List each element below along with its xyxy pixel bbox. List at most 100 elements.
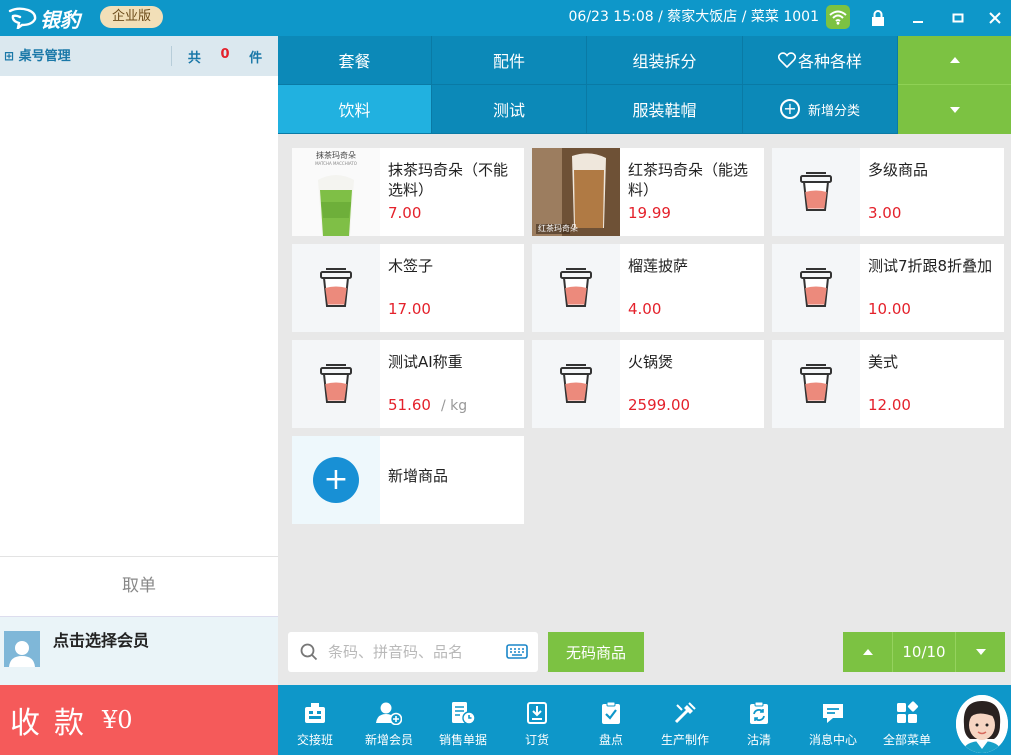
category-scroll-up-button[interactable] (898, 36, 1011, 85)
maximize-icon[interactable] (938, 0, 978, 36)
sales-doc-icon (452, 702, 476, 725)
wifi-icon[interactable] (826, 5, 850, 29)
product-price: 4.00 (628, 300, 662, 318)
all-menu-button[interactable]: 全部菜单 (872, 685, 942, 755)
product-card[interactable]: 抹茶玛奇朵 MATCHA MACCHIATO 抹茶玛奇朵（不能选料） 7.00 (292, 148, 524, 236)
page-down-button[interactable] (956, 632, 1005, 672)
handover-button[interactable]: 交接班 (280, 685, 350, 755)
category-tab[interactable]: 测试 (432, 85, 587, 134)
item-count-value: 0 (220, 46, 230, 62)
product-name: 抹茶玛奇朵（不能选料） (388, 161, 509, 199)
retrieve-order-button[interactable]: 取单 (0, 556, 278, 616)
search-box[interactable] (288, 632, 538, 672)
table-management-label: 桌号管理 (18, 49, 71, 64)
production-button[interactable]: 生产制作 (650, 685, 720, 755)
close-icon[interactable] (975, 0, 1011, 36)
logo-text: 银豹 (40, 7, 80, 32)
page-up-button[interactable] (843, 632, 892, 672)
table-management-link[interactable]: ⊞ 桌号管理 (0, 46, 172, 66)
user-name: 菜菜 1001 (750, 9, 819, 25)
category-scroll-down-button[interactable] (898, 85, 1011, 134)
cup-icon (772, 148, 860, 236)
category-tab[interactable]: 配件 (432, 36, 587, 85)
heart-icon (777, 52, 796, 68)
product-name: 榴莲披萨 (628, 257, 689, 275)
top-bar: 银豹 企业版 06/23 15:08 / 蔡家大饭店 / 菜菜 1001 (0, 0, 1011, 36)
bottom-toolbar: 交接班 新增会员 销售单据 订货 盘点 生产制作 沽清 消息中心 全部菜单 (278, 685, 1011, 755)
add-product-button[interactable]: + 新增商品 (292, 436, 524, 524)
add-product-label: 新增商品 (388, 467, 449, 485)
category-tab[interactable]: 各种各样 (743, 36, 898, 85)
add-member-icon (376, 702, 402, 725)
order-goods-button[interactable]: 订货 (502, 685, 572, 755)
plus-icon: + (313, 457, 359, 503)
status-text: 06/23 15:08 / 蔡家大饭店 / 菜菜 1001 (568, 9, 820, 25)
product-card[interactable]: 红茶玛奇朵 红茶玛奇朵（能选料） 19.99 (532, 148, 764, 236)
search-input[interactable] (328, 640, 498, 664)
matcha-photo: 抹茶玛奇朵 MATCHA MACCHIATO (292, 148, 380, 236)
category-tab[interactable]: 组装拆分 (587, 36, 743, 85)
customer-service-avatar[interactable] (956, 695, 1008, 753)
message-icon (823, 704, 843, 723)
product-card[interactable]: 测试AI称重 51.60/ kg (292, 340, 524, 428)
product-price: 3.00 (868, 204, 902, 222)
product-name: 测试7折跟8折叠加 (868, 257, 993, 275)
product-name: 测试AI称重 (388, 353, 463, 371)
sales-doc-button[interactable]: 销售单据 (428, 685, 498, 755)
add-member-button[interactable]: 新增会员 (354, 685, 424, 755)
product-card[interactable]: 火锅煲 2599.00 (532, 340, 764, 428)
inventory-icon (602, 701, 620, 724)
pager: 10/10 (843, 632, 1005, 672)
checkout-amount: ¥0 (102, 706, 133, 734)
product-price: 19.99 (628, 204, 671, 222)
add-category-button[interactable]: + 新增分类 (743, 85, 898, 134)
product-name: 红茶玛奇朵（能选料） (628, 161, 749, 199)
product-card[interactable]: 测试7折跟8折叠加 10.00 (772, 244, 1004, 332)
edition-badge: 企业版 (100, 6, 164, 28)
select-member-label: 点击选择会员 (53, 631, 150, 650)
category-tab[interactable]: 套餐 (278, 36, 432, 85)
production-icon (674, 702, 696, 724)
product-card[interactable]: 榴莲披萨 4.00 (532, 244, 764, 332)
order-header: ⊞ 桌号管理 共 0 件 (0, 36, 278, 76)
product-card[interactable]: 木签子 17.00 (292, 244, 524, 332)
category-tab[interactable]: 服装鞋帽 (587, 85, 743, 134)
category-tabs: 套餐 配件 组装拆分 各种各样 饮料 测试 服装鞋帽 + 新增分类 (278, 36, 898, 134)
datetime-text: 06/23 15:08 (568, 9, 654, 25)
price-unit: / kg (440, 398, 468, 414)
arrow-down-icon (949, 106, 960, 113)
product-name: 木签子 (388, 257, 434, 275)
category-tab-active[interactable]: 饮料 (278, 85, 432, 134)
no-barcode-product-button[interactable]: 无码商品 (548, 632, 644, 672)
all-menu-icon (897, 701, 919, 723)
page-indicator: 10/10 (892, 632, 956, 672)
search-icon (300, 643, 318, 661)
product-grid: 抹茶玛奇朵 MATCHA MACCHIATO 抹茶玛奇朵（不能选料） 7.00 … (278, 134, 1011, 622)
service-agent-icon (956, 695, 1008, 753)
checkout-button[interactable]: 收款 ¥0 (0, 685, 278, 755)
minimize-icon[interactable] (898, 0, 938, 36)
table-icon: ⊞ (4, 49, 15, 63)
message-center-button[interactable]: 消息中心 (798, 685, 868, 755)
product-price: 10.00 (868, 300, 911, 318)
product-card[interactable]: 美式 12.00 (772, 340, 1004, 428)
soldout-button[interactable]: 沽清 (724, 685, 794, 755)
product-price: 2599.00 (628, 396, 691, 414)
cup-icon (772, 244, 860, 332)
lock-icon[interactable] (858, 0, 898, 36)
select-member-button[interactable]: 点击选择会员 (0, 616, 278, 685)
keyboard-icon[interactable] (506, 644, 528, 659)
cup-icon (532, 340, 620, 428)
leopard-logo-icon (8, 7, 37, 29)
item-count: 共 0 件 (187, 46, 263, 66)
order-panel: ⊞ 桌号管理 共 0 件 取单 点击选择会员 (0, 36, 278, 685)
product-name: 火锅煲 (628, 353, 674, 371)
product-card[interactable]: 多级商品 3.00 (772, 148, 1004, 236)
checkout-label: 收款 (10, 706, 98, 741)
cup-icon (292, 340, 380, 428)
arrow-up-icon (949, 57, 960, 63)
soldout-icon (750, 701, 768, 724)
inventory-button[interactable]: 盘点 (576, 685, 646, 755)
add-circle-icon: + (779, 99, 800, 119)
cup-icon (292, 244, 380, 332)
